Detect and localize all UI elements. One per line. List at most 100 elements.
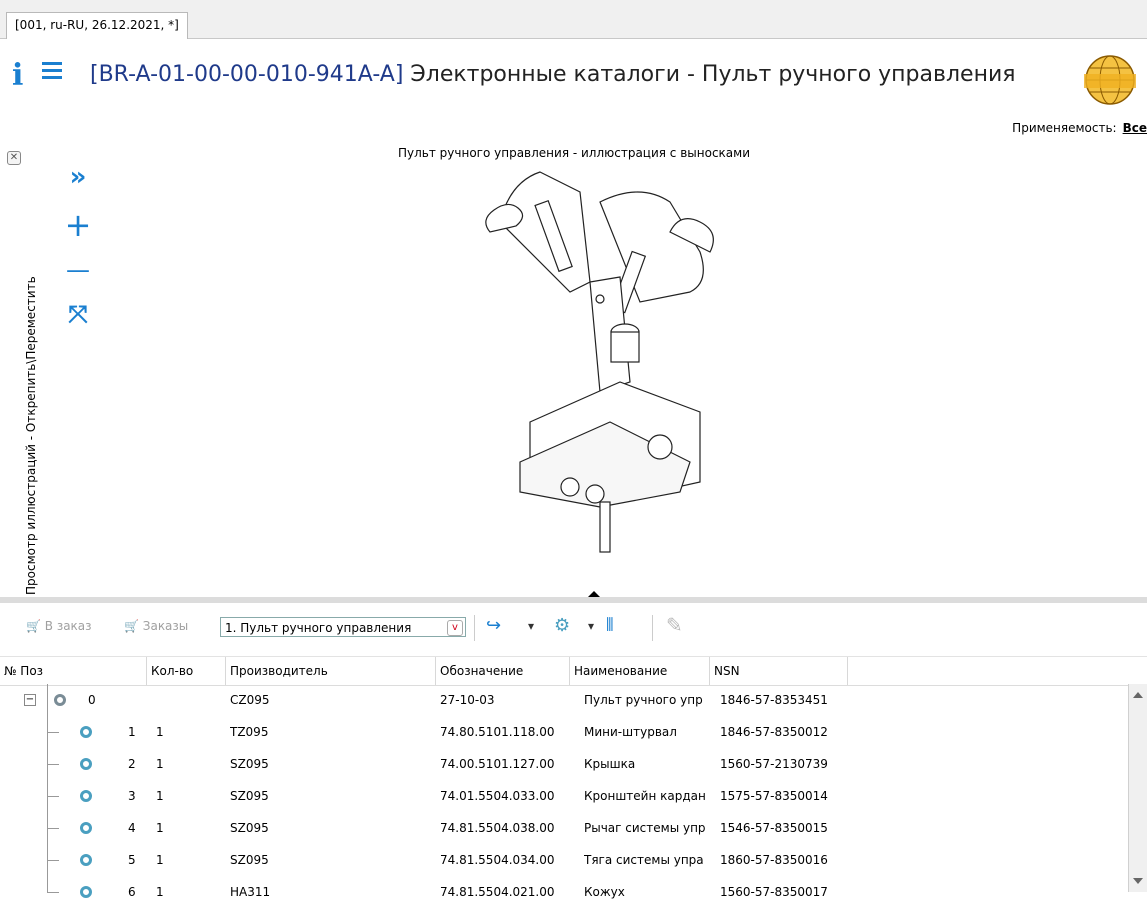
cell-nsn: 1560-57-2130739 (720, 757, 828, 771)
column-header-manufacturer[interactable]: Производитель (226, 657, 436, 685)
expand-panel-icon[interactable]: » (62, 162, 94, 192)
edit-icon[interactable]: ✎ (666, 613, 683, 637)
cell-pos: 3 (128, 789, 136, 803)
page-title-text: Электронные каталоги - Пульт ручного упр… (403, 62, 1016, 87)
table-row[interactable]: − 0 CZ095 27-10-03 Пульт ручного упр 1846-57-… (0, 684, 1128, 716)
tree-branch (47, 860, 59, 861)
cell-nsn: 1546-57-8350015 (720, 821, 828, 835)
cell-manufacturer: SZ095 (230, 821, 269, 835)
cart-icon: 🛒 (124, 619, 143, 633)
cell-nsn: 1846-57-8353451 (720, 693, 828, 707)
document-tabstrip: [001, ru-RU, 26.12.2021, *] (0, 0, 1147, 39)
cell-pos: 5 (128, 853, 136, 867)
settings-gear-icon[interactable]: ⚙ (554, 615, 570, 636)
page-title: [BR-A-01-00-00-010-941A-A] Электронные к… (90, 62, 1016, 87)
part-gear-icon (80, 790, 92, 802)
cell-qty: 1 (156, 821, 164, 835)
navigate-icon[interactable]: ↪ (486, 615, 501, 636)
cell-name: Тяга системы упра (584, 853, 704, 867)
assembly-select-value: 1. Пульт ручного управления (225, 621, 412, 635)
assembly-gear-icon (54, 694, 66, 706)
zoom-out-icon[interactable]: — (62, 256, 94, 284)
toolbar-separator (474, 615, 475, 641)
cell-pos: 1 (128, 725, 136, 739)
tree-branch (47, 828, 59, 829)
to-order-button[interactable]: 🛒 В заказ (26, 619, 92, 633)
tree-branch (47, 732, 59, 733)
tree-branch (47, 796, 59, 797)
part-gear-icon (80, 886, 92, 898)
table-row[interactable]: 4 1 SZ095 74.81.5504.038.00 Рычаг системы уп… (0, 812, 1128, 844)
table-row[interactable]: 2 1 SZ095 74.00.5101.127.00 Крышка 1560-57-21… (0, 748, 1128, 780)
part-gear-icon (80, 726, 92, 738)
menu-icon[interactable] (42, 62, 62, 82)
cell-designation: 27-10-03 (440, 693, 495, 707)
to-order-label: В заказ (44, 619, 92, 633)
part-gear-icon (80, 822, 92, 834)
document-tab[interactable]: [001, ru-RU, 26.12.2021, *] (6, 12, 188, 39)
collapse-arrow-icon[interactable] (588, 591, 600, 597)
info-icon[interactable]: i (12, 58, 23, 93)
part-gear-icon (80, 854, 92, 866)
cell-qty: 1 (156, 853, 164, 867)
tree-branch (47, 764, 59, 765)
cell-qty: 1 (156, 885, 164, 899)
cell-manufacturer: SZ095 (230, 853, 269, 867)
vertical-scrollbar[interactable] (1128, 684, 1147, 892)
cell-name: Мини-штурвал (584, 725, 677, 739)
column-header-designation[interactable]: Обозначение (436, 657, 570, 685)
cell-manufacturer: SZ095 (230, 757, 269, 771)
column-header-pos[interactable]: № Поз (0, 657, 147, 685)
cell-name: Кронштейн кардан (584, 789, 706, 803)
cell-nsn: 1860-57-8350016 (720, 853, 828, 867)
cell-name: Кожух (584, 885, 625, 899)
scroll-up-icon[interactable] (1133, 692, 1143, 698)
settings-dropdown-icon[interactable]: ▾ (588, 619, 594, 633)
orders-button[interactable]: 🛒 Заказы (124, 619, 188, 633)
cell-qty: 1 (156, 789, 164, 803)
cart-add-icon: 🛒 (26, 619, 45, 633)
cell-manufacturer: TZ095 (230, 725, 269, 739)
cell-nsn: 1846-57-8350012 (720, 725, 828, 739)
orders-label: Заказы (142, 619, 189, 633)
cell-manufacturer: HA311 (230, 885, 271, 899)
cell-designation: 74.80.5101.118.00 (440, 725, 555, 739)
applicability-label: Применяемость: (1012, 121, 1117, 135)
applicability-link[interactable]: Все (1123, 121, 1147, 135)
table-row[interactable]: 6 1 HA311 74.81.5504.021.00 Кожух 1560-57-835… (0, 876, 1128, 908)
parts-grid-header: № Поз Кол-во Производитель Обозначение Н… (0, 656, 1147, 686)
illustration-panel-label[interactable]: Просмотр иллюстраций - Открепить\Перемес… (24, 276, 38, 595)
chevron-down-icon[interactable]: v (447, 620, 463, 636)
collapse-node-icon[interactable]: − (24, 694, 36, 706)
column-header-name[interactable]: Наименование (570, 657, 710, 685)
zoom-in-icon[interactable]: + (62, 206, 94, 244)
applicability: Применяемость: Все (1012, 121, 1147, 135)
assembly-select[interactable]: 1. Пульт ручного управления v (220, 617, 466, 637)
panel-splitter[interactable] (0, 591, 1147, 603)
fasteners-icon[interactable]: ⫴ (606, 615, 614, 636)
cell-pos: 0 (88, 693, 96, 707)
cell-designation: 74.01.5504.033.00 (440, 789, 555, 803)
catalog-toolbar: 🛒 В заказ 🛒 Заказы 1. Пульт ручного упра… (0, 607, 1147, 647)
fit-to-screen-icon[interactable]: ⤧ (62, 300, 94, 328)
cell-qty: 1 (156, 757, 164, 771)
scroll-down-icon[interactable] (1133, 878, 1143, 884)
cell-manufacturer: CZ095 (230, 693, 270, 707)
table-row[interactable]: 3 1 SZ095 74.01.5504.033.00 Кронштейн кардан… (0, 780, 1128, 812)
illustration-caption: Пульт ручного управления - иллюстрация с… (398, 146, 750, 160)
data-module-code: [BR-A-01-00-00-010-941A-A] (90, 62, 404, 87)
column-header-qty[interactable]: Кол-во (147, 657, 226, 685)
part-gear-icon (80, 758, 92, 770)
column-header-nsn[interactable]: NSN (710, 657, 848, 685)
title-bar: i [BR-A-01-00-00-010-941A-A] Электронные… (0, 48, 1147, 110)
close-icon[interactable]: ✕ (7, 151, 21, 165)
cell-name: Пульт ручного упр (584, 693, 703, 707)
navigate-dropdown-icon[interactable]: ▾ (528, 619, 534, 633)
cell-name: Крышка (584, 757, 636, 771)
table-row[interactable]: 5 1 SZ095 74.81.5504.034.00 Тяга системы упр… (0, 844, 1128, 876)
illustration-image[interactable] (470, 162, 730, 596)
cell-name: Рычаг системы упр (584, 821, 706, 835)
table-row[interactable]: 1 1 TZ095 74.80.5101.118.00 Мини-штурвал 1846… (0, 716, 1128, 748)
cell-designation: 74.81.5504.034.00 (440, 853, 555, 867)
cell-pos: 4 (128, 821, 136, 835)
